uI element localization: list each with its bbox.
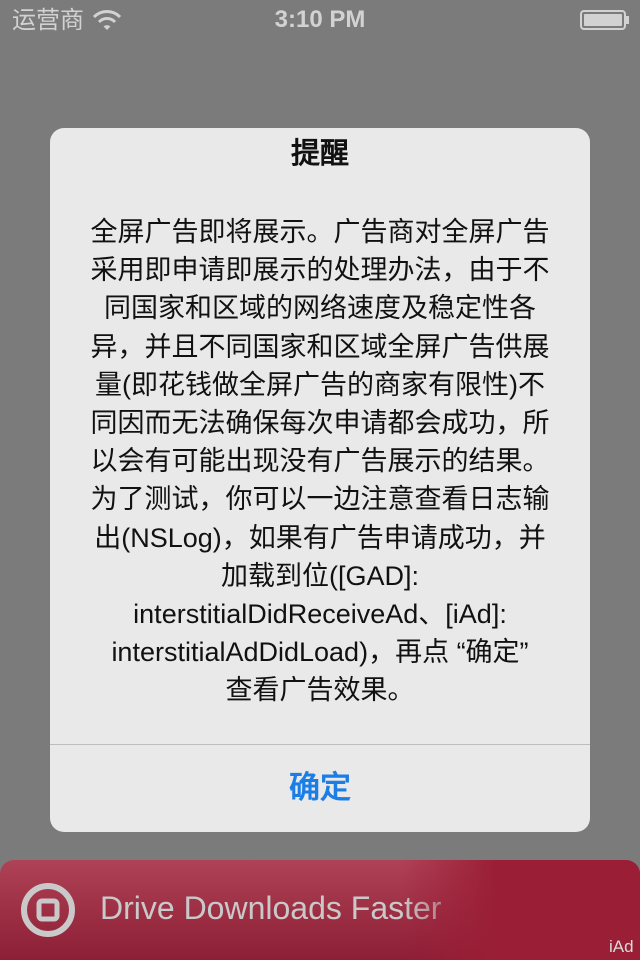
status-time: 3:10 PM	[274, 6, 366, 33]
alert-title: 提醒	[290, 136, 349, 170]
iad-badge: iAd	[609, 937, 634, 956]
status-bar: 运营商 3:10 PM	[0, 0, 640, 40]
ad-banner[interactable]: Drive Downloads Faster	[0, 860, 640, 960]
ad-fade	[400, 860, 640, 960]
ad-text: Drive Downloads Faster	[100, 890, 442, 926]
alert-message: 全屏广告即将展示。广告商对全屏广告 采用即申请即展示的处理办法，由于不 同国家和…	[90, 217, 550, 706]
target-icon	[21, 883, 75, 937]
ok-button[interactable]: 确定	[50, 745, 590, 832]
battery-icon	[580, 10, 629, 30]
